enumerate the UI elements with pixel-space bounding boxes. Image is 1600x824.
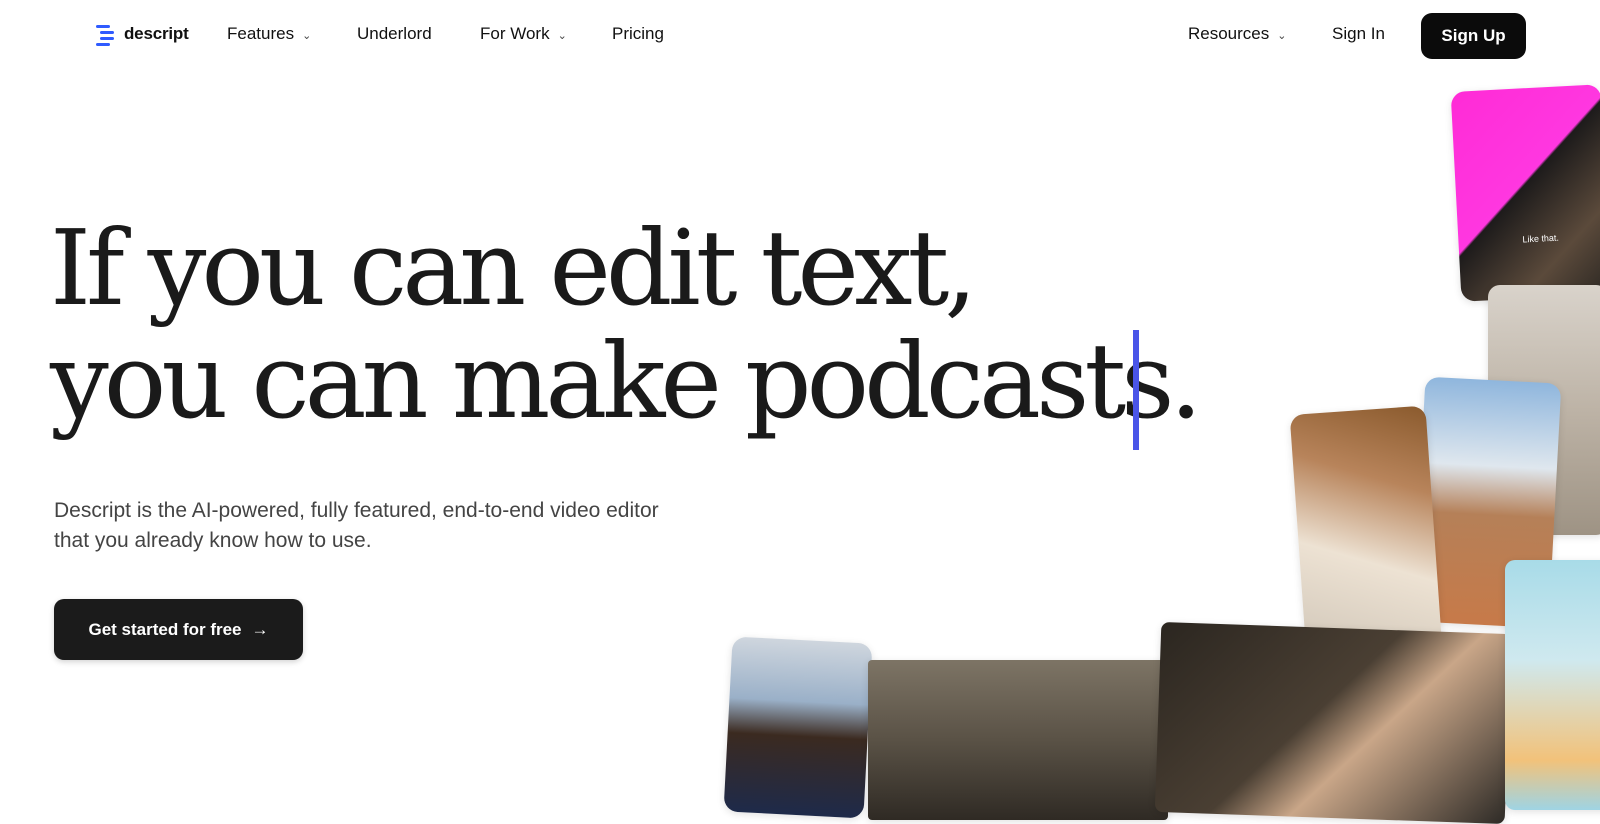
video-card-kitchen — [1289, 405, 1443, 660]
sign-up-button[interactable]: Sign Up — [1421, 13, 1526, 59]
chevron-down-icon: ⌄ — [557, 29, 567, 42]
video-card-presenter — [723, 636, 873, 819]
hero-subtext-line1: Descript is the AI-powered, fully featur… — [54, 499, 659, 522]
descript-logo[interactable]: descript — [96, 22, 189, 46]
text-cursor-caret — [1133, 330, 1139, 450]
brand-name: descript — [124, 24, 189, 43]
nav-resources-label: Resources — [1188, 24, 1270, 43]
nav-for-work-label: For Work — [480, 24, 550, 43]
hero-headline-line1: If you can edit text, — [50, 207, 977, 329]
hero-subtext: Descript is the AI-powered, fully featur… — [54, 496, 754, 556]
get-started-button[interactable]: Get started for free → — [54, 599, 303, 660]
hero-subtext-line2: that you already know how to use. — [54, 529, 372, 552]
top-navigation: descript Features ⌄ Underlord For Work ⌄… — [0, 0, 1600, 72]
video-card-top-right: Like that. — [1450, 84, 1600, 302]
video-caption: Like that. — [1522, 232, 1560, 245]
video-card-colorful — [1505, 560, 1600, 810]
video-card-headphones — [1154, 621, 1512, 824]
nav-underlord[interactable]: Underlord — [357, 24, 432, 44]
hero-headline: If you can edit text, you can make podca… — [50, 212, 1203, 438]
nav-pricing[interactable]: Pricing — [612, 24, 664, 44]
descript-logo-icon — [96, 22, 118, 46]
nav-resources[interactable]: Resources ⌄ — [1188, 24, 1286, 44]
sign-in-label: Sign In — [1332, 24, 1385, 43]
nav-features[interactable]: Features ⌄ — [227, 24, 311, 44]
chevron-down-icon: ⌄ — [1277, 29, 1287, 42]
video-card-studio — [868, 660, 1168, 820]
sign-up-label: Sign Up — [1441, 26, 1506, 45]
arrow-right-icon: → — [251, 619, 269, 639]
get-started-label: Get started for free — [88, 619, 242, 639]
chevron-down-icon: ⌄ — [302, 29, 312, 42]
sign-in-link[interactable]: Sign In — [1332, 24, 1385, 44]
nav-for-work[interactable]: For Work ⌄ — [480, 24, 567, 44]
nav-features-label: Features — [227, 24, 295, 43]
nav-pricing-label: Pricing — [612, 24, 664, 43]
nav-underlord-label: Underlord — [357, 24, 432, 43]
hero-headline-line2: you can make podcasts. — [50, 320, 1203, 442]
